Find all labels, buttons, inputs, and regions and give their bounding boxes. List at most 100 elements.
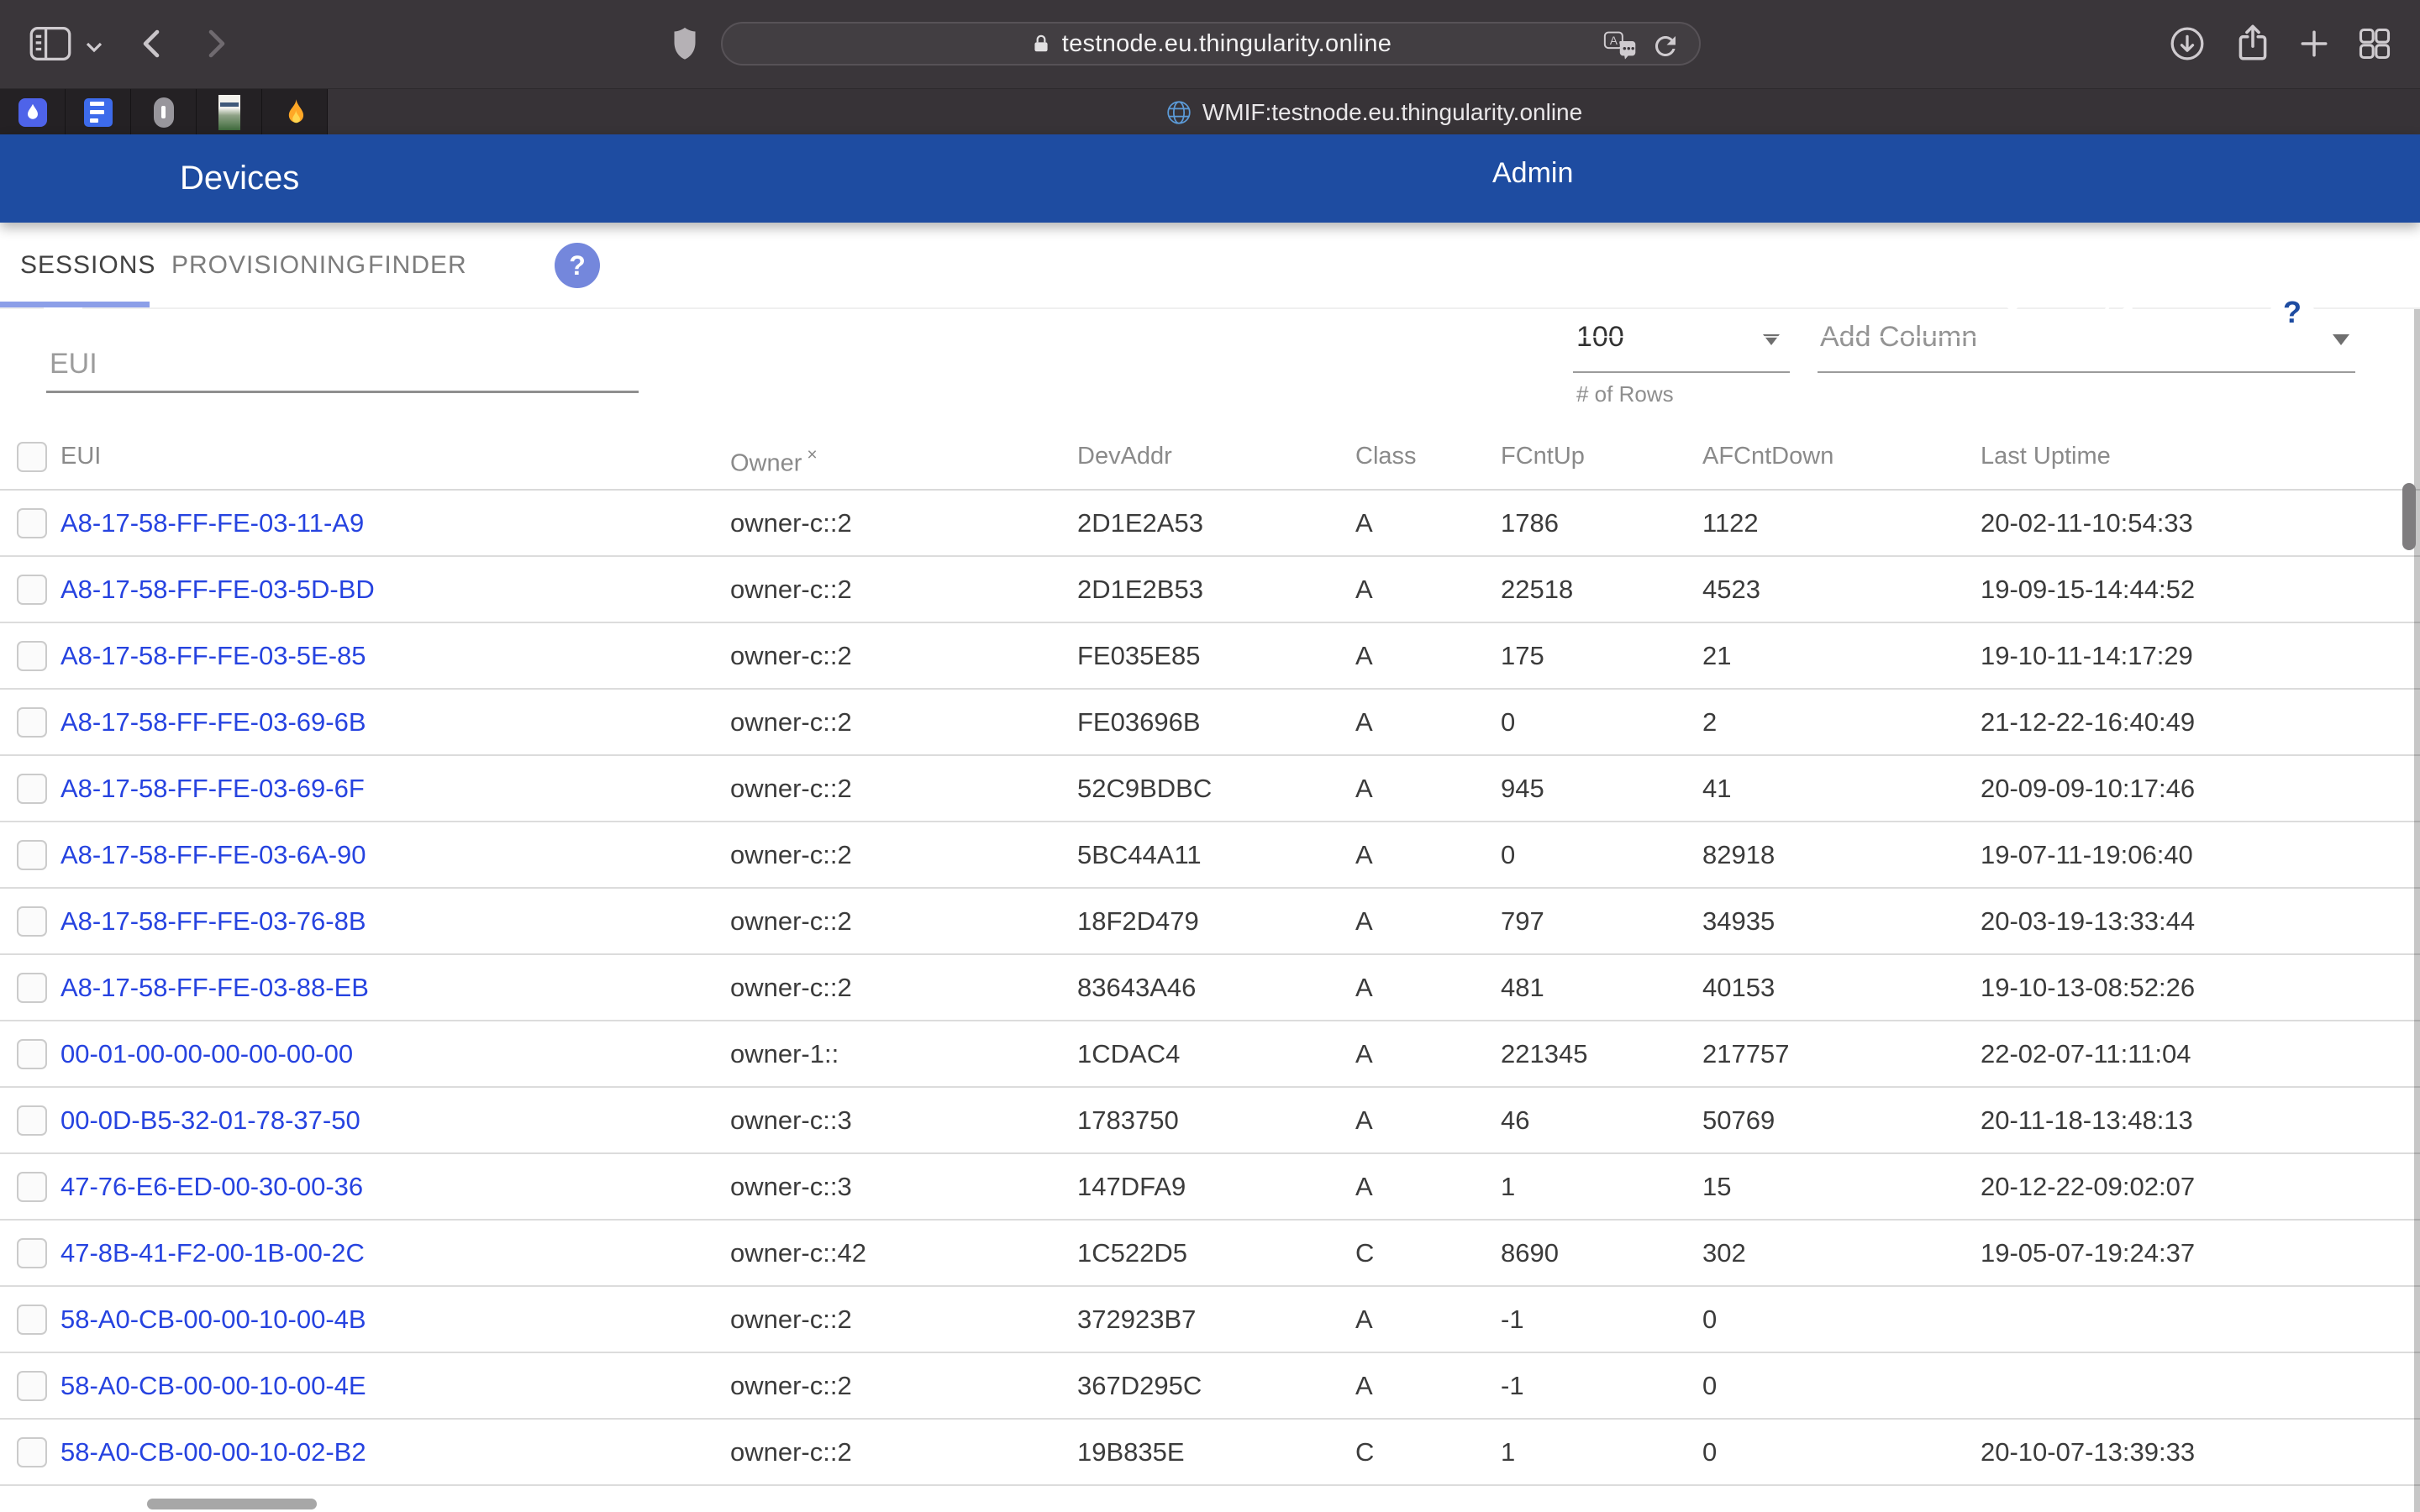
row-checkbox[interactable] <box>17 906 47 937</box>
eui-link[interactable]: 00-01-00-00-00-00-00-00 <box>60 1021 353 1086</box>
fcntup-cell: 945 <box>1501 756 1544 821</box>
rows-select-underline <box>1573 371 1790 373</box>
col-last-uptime[interactable]: Last Uptime <box>1981 424 2111 489</box>
eui-link[interactable]: A8-17-58-FF-FE-03-69-6B <box>60 690 366 754</box>
eui-link[interactable]: 00-0D-B5-32-01-78-37-50 <box>60 1088 360 1152</box>
row-checkbox[interactable] <box>17 1105 47 1136</box>
table-row: A8-17-58-FF-FE-03-88-EB owner-c::2 83643… <box>0 955 2420 1021</box>
remove-column-icon[interactable]: × <box>807 445 817 465</box>
vertical-scrollbar-thumb[interactable] <box>2402 483 2416 550</box>
eui-link[interactable]: A8-17-58-FF-FE-03-88-EB <box>60 955 369 1020</box>
row-checkbox[interactable] <box>17 707 47 738</box>
row-checkbox[interactable] <box>17 575 47 605</box>
active-tab[interactable]: WMIF:testnode.eu.thingularity.online <box>328 89 2420 135</box>
tab-bar: WMIF:testnode.eu.thingularity.online <box>0 88 2420 134</box>
devaddr-cell: 367D295C <box>1077 1353 1202 1418</box>
pinned-tab-photo[interactable] <box>197 89 262 135</box>
eui-link[interactable]: 47-8B-41-F2-00-1B-00-2C <box>60 1221 365 1285</box>
row-checkbox[interactable] <box>17 641 47 671</box>
class-cell: A <box>1355 822 1373 887</box>
forward-button[interactable] <box>195 24 235 64</box>
fcntup-cell: 221345 <box>1501 1021 1587 1086</box>
owner-cell: owner-c::2 <box>730 955 852 1020</box>
globe-favicon-icon <box>1165 99 1192 126</box>
translate-icon[interactable]: A <box>1603 30 1639 60</box>
devaddr-cell: 52C9BDBC <box>1077 756 1212 821</box>
account-chevron-down-icon[interactable] <box>2003 302 2022 314</box>
select-all-checkbox[interactable] <box>17 442 47 472</box>
class-cell: A <box>1355 889 1373 953</box>
row-checkbox[interactable] <box>17 774 47 804</box>
col-devaddr[interactable]: DevAddr <box>1077 424 1172 489</box>
row-checkbox[interactable] <box>17 1238 47 1268</box>
col-eui[interactable]: EUI <box>60 424 101 489</box>
pinned-tab-drop[interactable] <box>0 89 66 135</box>
devaddr-cell: 1C522D5 <box>1077 1221 1187 1285</box>
col-afcntdown[interactable]: AFCntDown <box>1702 424 1833 489</box>
owner-cell: owner-c::2 <box>730 756 852 821</box>
list-favicon-icon <box>84 98 113 127</box>
table-row: A8-17-58-FF-FE-03-6A-90 owner-c::2 5BC44… <box>0 822 2420 889</box>
eui-link[interactable]: A8-17-58-FF-FE-03-69-6F <box>60 756 365 821</box>
row-checkbox[interactable] <box>17 840 47 870</box>
row-checkbox[interactable] <box>17 1305 47 1335</box>
back-button[interactable] <box>133 24 173 64</box>
eui-link[interactable]: 58-A0-CB-00-00-10-02-B2 <box>60 1420 366 1484</box>
rows-caption: # of Rows <box>1576 381 1674 407</box>
menu-icon[interactable] <box>44 293 82 329</box>
sidebar-chevron-down-icon[interactable] <box>84 40 104 54</box>
table-row: A8-17-58-FF-FE-03-76-8B owner-c::2 18F2D… <box>0 889 2420 955</box>
downloads-button[interactable] <box>2168 24 2207 63</box>
tab-finder[interactable]: FINDER <box>368 223 467 307</box>
owner-cell: owner-c::2 <box>730 690 852 754</box>
address-bar[interactable]: testnode.eu.thingularity.online A <box>721 22 1701 66</box>
col-class[interactable]: Class <box>1355 424 1417 489</box>
devaddr-cell: FE035E85 <box>1077 623 1201 688</box>
uptime-cell: 20-10-07-13:39:33 <box>1981 1420 2195 1484</box>
pinned-tab-list[interactable] <box>66 89 131 135</box>
vertical-scrollbar-track[interactable] <box>2414 134 2420 1512</box>
account-select[interactable]: Admin <box>1492 134 1573 212</box>
row-checkbox[interactable] <box>17 1437 47 1467</box>
tabs-help-button[interactable]: ? <box>555 243 600 288</box>
class-cell: A <box>1355 756 1373 821</box>
url-text: testnode.eu.thingularity.online <box>1062 30 1392 58</box>
eui-link[interactable]: A8-17-58-FF-FE-03-11-A9 <box>60 491 364 555</box>
devaddr-cell: FE03696B <box>1077 690 1201 754</box>
fcntup-cell: 0 <box>1501 822 1515 887</box>
shield-extension-icon[interactable] <box>668 23 702 65</box>
pinned-tab-flame[interactable] <box>262 89 328 135</box>
devaddr-cell: 147DFA9 <box>1077 1154 1186 1219</box>
add-column-chevron-down-icon[interactable] <box>2333 334 2349 345</box>
afcntdown-cell: 4523 <box>1702 557 1760 622</box>
refresh-button[interactable] <box>2097 292 2139 334</box>
eui-link[interactable]: 58-A0-CB-00-00-10-00-4E <box>60 1353 366 1418</box>
eui-link[interactable]: A8-17-58-FF-FE-03-6A-90 <box>60 822 366 887</box>
eui-link[interactable]: A8-17-58-FF-FE-03-5D-BD <box>60 557 375 622</box>
tab-provisioning[interactable]: PROVISIONING <box>171 223 366 307</box>
owner-cell: owner-c::3 <box>730 1088 852 1152</box>
row-checkbox[interactable] <box>17 1371 47 1401</box>
row-checkbox[interactable] <box>17 1172 47 1202</box>
row-checkbox[interactable] <box>17 508 47 538</box>
share-button[interactable] <box>2232 21 2274 65</box>
horizontal-scrollbar-thumb[interactable] <box>147 1499 317 1509</box>
eui-link[interactable]: A8-17-58-FF-FE-03-76-8B <box>60 889 366 953</box>
col-owner[interactable]: Owner× <box>730 424 818 489</box>
col-fcntup[interactable]: FCntUp <box>1501 424 1585 489</box>
eui-link[interactable]: A8-17-58-FF-FE-03-5E-85 <box>60 623 366 688</box>
reload-icon[interactable] <box>1650 31 1681 61</box>
pinned-tab-pill[interactable] <box>131 89 197 135</box>
eui-link[interactable]: 58-A0-CB-00-00-10-00-4B <box>60 1287 366 1352</box>
eui-link[interactable]: 47-76-E6-ED-00-30-00-36 <box>60 1154 363 1219</box>
devaddr-cell: 2D1E2A53 <box>1077 491 1203 555</box>
header-help-button[interactable]: ? <box>2270 291 2314 334</box>
afcntdown-cell: 2 <box>1702 690 1717 754</box>
eui-search-input[interactable]: EUI <box>46 328 639 393</box>
sidebar-toggle-icon[interactable] <box>29 25 72 62</box>
tab-overview-button[interactable] <box>2356 25 2393 62</box>
tab-sessions[interactable]: SESSIONS <box>20 223 155 307</box>
row-checkbox[interactable] <box>17 973 47 1003</box>
row-checkbox[interactable] <box>17 1039 47 1069</box>
new-tab-button[interactable] <box>2296 25 2333 62</box>
